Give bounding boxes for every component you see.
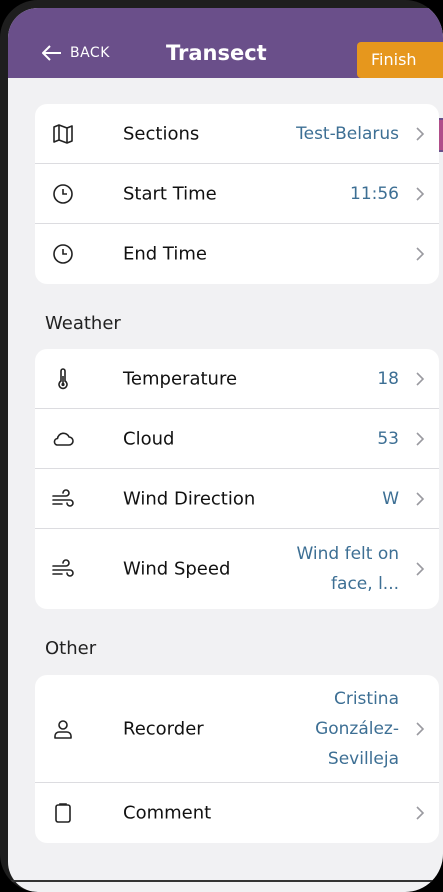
chevron-right-icon: [416, 721, 425, 736]
back-label: BACK: [70, 45, 110, 61]
person-icon: [54, 719, 72, 739]
weather-heading: Weather: [45, 313, 121, 334]
thermometer-icon: [58, 367, 68, 389]
arrow-left-icon: [42, 45, 61, 61]
recorder-value-line2: González-: [315, 718, 399, 739]
clipboard-icon: [55, 803, 71, 823]
wind-icon: [52, 488, 74, 507]
back-button[interactable]: BACK: [42, 38, 110, 68]
recorder-value: Cristina González- Sevilleja: [315, 684, 399, 774]
temperature-label: Temperature: [123, 368, 238, 389]
clock-icon: [53, 244, 73, 264]
end-time-row[interactable]: End Time: [35, 224, 439, 284]
chevron-right-icon: [416, 806, 425, 820]
finish-button[interactable]: Finish: [357, 42, 443, 78]
wind-direction-label: Wind Direction: [123, 488, 256, 509]
device-bottom-edge: [8, 880, 443, 882]
sections-row[interactable]: Sections Test-Belarus: [35, 104, 439, 164]
temperature-row[interactable]: Temperature 18: [35, 349, 439, 409]
start-time-row[interactable]: Start Time 11:56: [35, 164, 439, 224]
cloud-label: Cloud: [123, 428, 175, 449]
sections-value: Test-Belarus: [296, 123, 399, 144]
cloud-icon: [53, 432, 74, 446]
device-frame: BACK Transect Finish Sections Test-Belar…: [0, 0, 443, 892]
chevron-right-icon: [416, 247, 425, 261]
recorder-label: Recorder: [123, 718, 204, 739]
wind-direction-row[interactable]: Wind Direction W: [35, 469, 439, 529]
recorder-value-line1: Cristina: [333, 688, 399, 709]
wind-speed-label: Wind Speed: [123, 558, 231, 580]
wind-speed-row[interactable]: Wind Speed Wind felt on face, l...: [35, 529, 439, 609]
other-heading: Other: [45, 638, 97, 659]
app-header: BACK Transect Finish: [8, 8, 443, 78]
chevron-right-icon: [416, 186, 425, 201]
clock-icon: [53, 183, 73, 204]
end-time-label: End Time: [123, 243, 207, 265]
wind-speed-value-line1: Wind felt on: [296, 544, 399, 564]
temperature-value: 18: [377, 368, 399, 389]
start-time-label: Start Time: [123, 183, 217, 204]
cloud-value: 53: [377, 428, 399, 449]
chevron-right-icon: [416, 126, 425, 141]
cloud-row[interactable]: Cloud 53: [35, 409, 439, 469]
wind-icon: [52, 559, 74, 577]
chevron-right-icon: [416, 371, 425, 386]
chevron-right-icon: [416, 562, 425, 576]
recorder-value-line3: Sevilleja: [327, 748, 399, 769]
transect-details-card: Sections Test-Belarus Start Time 11:56 E…: [35, 104, 439, 284]
other-card: Recorder Cristina González- Sevilleja Co…: [35, 675, 439, 843]
chevron-right-icon: [416, 431, 425, 446]
start-time-value: 11:56: [350, 183, 399, 204]
comment-label: Comment: [123, 802, 212, 824]
sections-label: Sections: [123, 123, 200, 144]
recorder-row[interactable]: Recorder Cristina González- Sevilleja: [35, 675, 439, 783]
chevron-right-icon: [416, 491, 425, 506]
page-title: Transect: [166, 41, 267, 65]
map-icon: [53, 123, 73, 144]
wind-speed-value: Wind felt on face, l...: [296, 539, 399, 599]
wind-speed-value-line2: face, l...: [331, 574, 399, 594]
app-screen: BACK Transect Finish Sections Test-Belar…: [8, 8, 443, 892]
wind-direction-value: W: [382, 488, 399, 509]
comment-row[interactable]: Comment: [35, 783, 439, 843]
weather-card: Temperature 18 Cloud 53 Wind Direction W: [35, 349, 439, 609]
